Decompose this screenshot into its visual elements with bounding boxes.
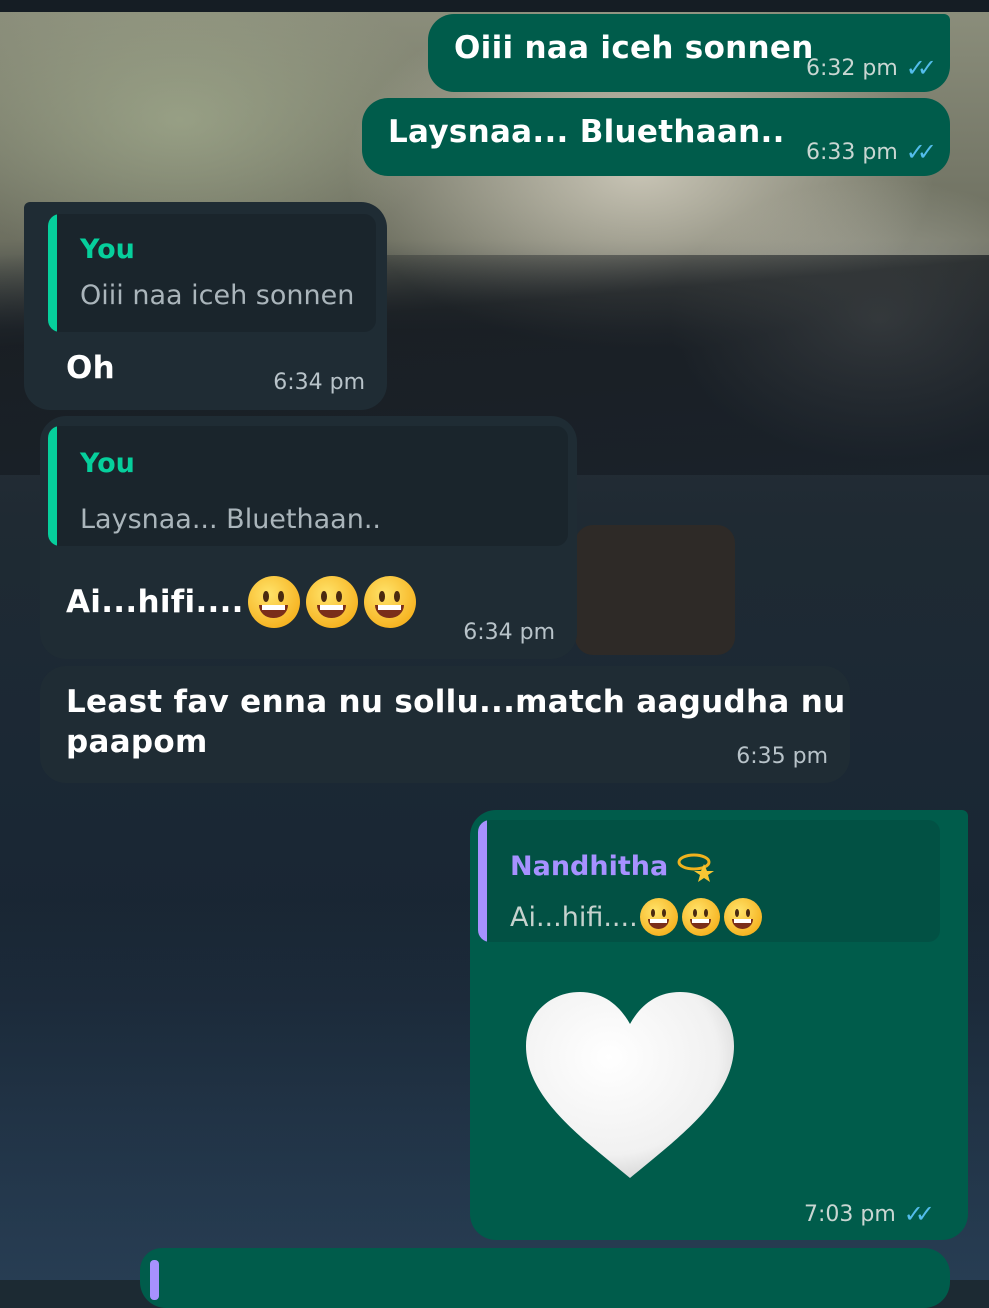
- message-time: 6:35 pm: [736, 744, 828, 769]
- grinning-face-icon: [681, 898, 720, 936]
- message-text: Laysnaa... Bluethaan..: [388, 114, 785, 150]
- message-time: 6:34 pm: [463, 620, 555, 645]
- message-bubble-incoming[interactable]: Least fav enna nu sollu...match aagudha …: [40, 666, 850, 783]
- grinning-face-icon: [639, 898, 678, 936]
- message-meta: 6:33 pm ✓✓: [805, 138, 937, 166]
- quote-author: You: [80, 234, 135, 265]
- message-time: 6:32 pm: [805, 55, 898, 81]
- message-time: 6:33 pm: [805, 139, 898, 165]
- quote-text: Ai...hifi....: [510, 898, 766, 936]
- message-bubble-outgoing[interactable]: Laysnaa... Bluethaan.. 6:33 pm ✓✓: [362, 98, 950, 176]
- message-bubble-outgoing-partial[interactable]: [140, 1248, 950, 1308]
- message-bubble-incoming[interactable]: You Oiii naa iceh sonnen Oh 6:34 pm: [24, 202, 387, 410]
- quote-accent-bar: [48, 426, 57, 546]
- top-edge-bar: [0, 0, 989, 12]
- quote-text: Laysnaa... Bluethaan..: [80, 504, 381, 535]
- message-text-line-1: Least fav enna nu sollu...match aagudha …: [66, 684, 846, 720]
- grinning-face-icon: [247, 576, 300, 628]
- grinning-face-icon: [723, 898, 762, 936]
- message-time: 6:34 pm: [273, 370, 365, 395]
- grinning-face-icon: [305, 576, 358, 628]
- message-text-content: Ai...hifi....: [66, 584, 244, 620]
- quote-accent-bar: [478, 820, 487, 942]
- quoted-message[interactable]: You Laysnaa... Bluethaan..: [48, 426, 568, 546]
- quoted-message[interactable]: Nandhitha Ai...hifi....: [478, 820, 940, 942]
- quote-author: You: [80, 448, 135, 479]
- quote-text: Oiii naa iceh sonnen: [80, 280, 355, 311]
- quote-accent-bar: [48, 214, 57, 332]
- quote-author-name: Nandhitha: [510, 850, 669, 882]
- message-bubble-outgoing[interactable]: Nandhitha Ai...hifi.... 7:03 pm ✓✓: [470, 810, 968, 1240]
- message-time: 7:03 pm: [803, 1201, 896, 1227]
- read-receipt-icon: ✓✓: [905, 54, 937, 82]
- grinning-face-icon: [363, 576, 416, 628]
- message-meta: 7:03 pm ✓✓: [803, 1200, 935, 1228]
- quote-accent-bar: [150, 1260, 159, 1300]
- message-bubble-incoming[interactable]: You Laysnaa... Bluethaan.. Ai...hifi....…: [40, 416, 577, 659]
- read-receipt-icon: ✓✓: [903, 1200, 935, 1228]
- message-text: Oiii naa iceh sonnen: [454, 30, 814, 66]
- quote-author: Nandhitha: [510, 848, 716, 884]
- wallpaper-object: [575, 525, 735, 655]
- white-heart-icon: [526, 992, 734, 1178]
- message-text: Ai...hifi....: [66, 576, 422, 628]
- message-text-line-2: paapom: [66, 724, 208, 760]
- quoted-message[interactable]: You Oiii naa iceh sonnen: [48, 214, 376, 332]
- quote-text-content: Ai...hifi....: [510, 901, 638, 933]
- dizzy-star-icon: [677, 853, 715, 882]
- message-text: Oh: [66, 350, 116, 386]
- message-bubble-outgoing[interactable]: Oiii naa iceh sonnen 6:32 pm ✓✓: [428, 14, 950, 92]
- message-meta: 6:32 pm ✓✓: [805, 54, 937, 82]
- read-receipt-icon: ✓✓: [905, 138, 937, 166]
